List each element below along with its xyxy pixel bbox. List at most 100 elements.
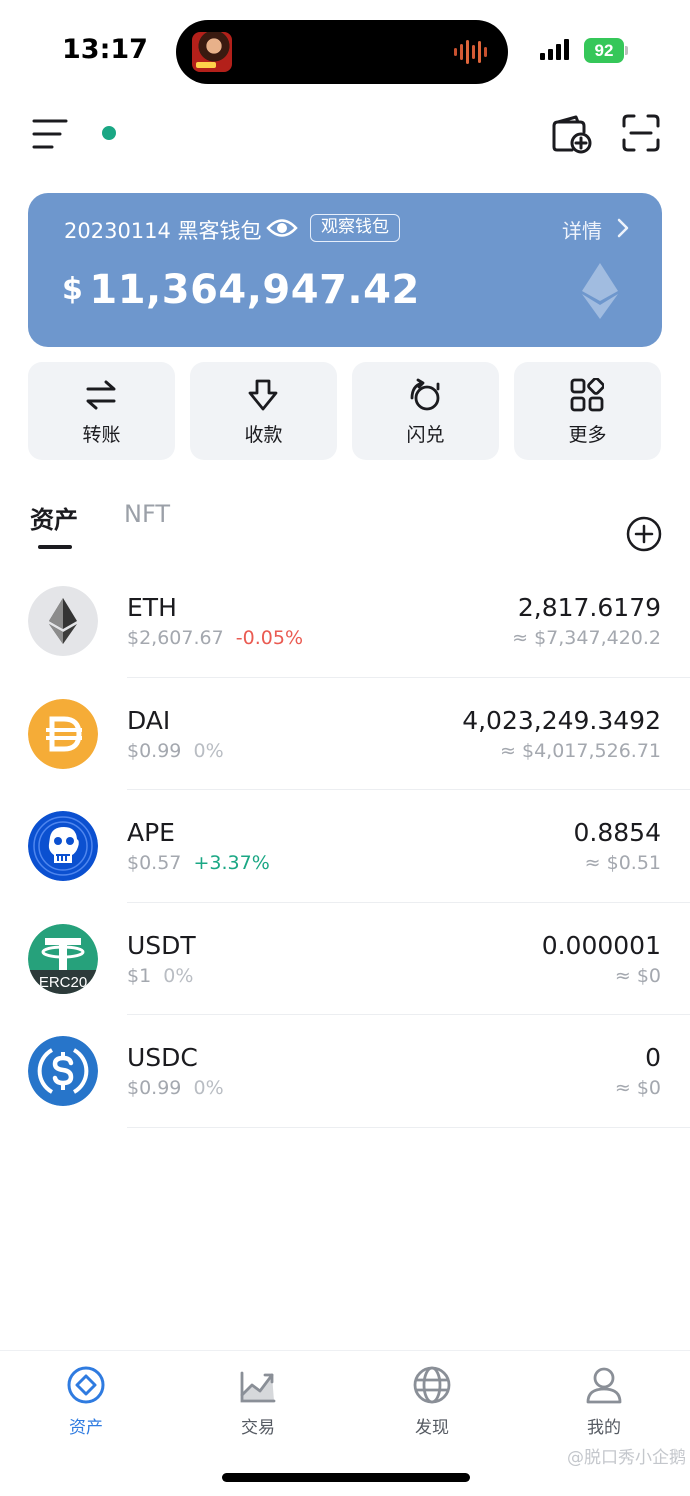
more-label: 更多 <box>568 424 607 446</box>
asset-amount: 2,817.6179 <box>517 593 661 622</box>
nav-discover-label: 发现 <box>415 1418 449 1438</box>
detail-label: 详情 <box>562 219 602 243</box>
menu-icon[interactable] <box>32 116 68 152</box>
dynamic-island[interactable] <box>176 20 508 84</box>
nav-assets[interactable]: 资产 <box>26 1365 146 1445</box>
chevron-right-icon <box>617 218 629 238</box>
asset-row-eth[interactable]: ETH $2,607.67 -0.05% 2,817.6179 ≈ $7,347… <box>0 565 690 678</box>
watch-wallet-badge: 观察钱包 <box>310 214 400 242</box>
asset-row-usdc[interactable]: USDC $0.99 0% 0 ≈ $0 <box>0 1015 690 1128</box>
bottom-navigation: 资产 交易 发现 我的 @脱口秀小企鹅 <box>0 1350 690 1496</box>
wallet-card[interactable]: 20230114 黑客钱包 观察钱包 详情 $11,364,947.42 <box>28 193 662 347</box>
asset-row-ape[interactable]: APE $0.57 +3.37% 0.8854 ≈ $0.51 <box>0 790 690 903</box>
asset-row-usdt[interactable]: ERC20 USDT $1 0% 0.000001 ≈ $0 <box>0 903 690 1015</box>
asset-value: ≈ $0 <box>614 964 661 987</box>
nav-trade[interactable]: 交易 <box>198 1365 318 1445</box>
asset-tabs: 资产 NFT <box>0 490 690 560</box>
row-divider <box>127 1126 690 1128</box>
asset-price-line: $1 0% <box>127 965 193 987</box>
profile-icon <box>586 1367 622 1404</box>
asset-price: $0.99 <box>127 1077 182 1099</box>
swap-icon <box>410 378 440 411</box>
usdt-logo-icon: ERC20 <box>28 923 98 994</box>
receive-button[interactable]: 收款 <box>190 362 337 460</box>
asset-row-dai[interactable]: DAI $0.99 0% 4,023,249.3492 ≈ $4,017,526… <box>0 678 690 790</box>
home-indicator[interactable] <box>222 1473 470 1482</box>
assets-icon <box>67 1366 105 1404</box>
transfer-button[interactable]: 转账 <box>28 362 175 460</box>
add-asset-icon[interactable] <box>626 516 662 552</box>
trade-icon <box>240 1371 276 1403</box>
balance-currency: $ <box>62 272 84 307</box>
eye-icon[interactable] <box>266 217 298 239</box>
asset-symbol: ETH <box>127 593 177 622</box>
asset-change: 0% <box>193 739 224 762</box>
nav-assets-label: 资产 <box>69 1418 103 1438</box>
asset-symbol: DAI <box>127 705 171 735</box>
asset-price: $0.99 <box>127 739 182 762</box>
eth-logo-icon <box>28 586 98 656</box>
receive-icon <box>248 379 278 411</box>
asset-change: -0.05% <box>235 627 304 649</box>
asset-value: ≈ $0 <box>614 1077 661 1099</box>
nav-profile[interactable]: 我的 <box>544 1365 664 1445</box>
asset-value: ≈ $0.51 <box>584 852 661 874</box>
transfer-label: 转账 <box>82 424 121 446</box>
tab-assets[interactable]: 资产 <box>30 500 78 535</box>
asset-symbol: APE <box>127 818 175 847</box>
active-tab-indicator <box>38 545 72 549</box>
nav-trade-label: 交易 <box>241 1418 275 1438</box>
asset-amount: 0.000001 <box>541 930 661 960</box>
scan-icon[interactable] <box>622 114 660 152</box>
asset-symbol: USDC <box>127 1043 198 1072</box>
balance-amount: 11,364,947.42 <box>89 267 420 313</box>
usdc-logo-icon <box>28 1036 98 1106</box>
asset-amount: 4,023,249.3492 <box>462 705 661 735</box>
ethereum-watermark-icon <box>582 263 618 319</box>
total-balance: $11,364,947.42 <box>62 267 420 313</box>
battery-tip <box>625 46 628 55</box>
discover-icon <box>413 1366 451 1404</box>
status-time: 13:17 <box>62 34 148 65</box>
asset-amount: 0.8854 <box>573 818 661 847</box>
nav-profile-label: 我的 <box>587 1418 621 1438</box>
erc20-badge: ERC20 <box>39 974 87 991</box>
asset-price-line: $0.99 0% <box>127 740 224 762</box>
nav-discover[interactable]: 发现 <box>372 1365 492 1445</box>
tab-nft[interactable]: NFT <box>124 500 170 528</box>
more-icon <box>570 378 604 412</box>
status-bar: 13:17 92 <box>0 0 690 100</box>
connection-status-dot <box>102 126 116 140</box>
asset-change: 0% <box>193 1077 224 1099</box>
transfer-icon <box>86 380 116 410</box>
audio-wave-icon <box>454 40 487 64</box>
asset-price-line: $2,607.67 -0.05% <box>127 627 303 649</box>
add-wallet-icon[interactable] <box>550 114 592 154</box>
asset-change: 0% <box>163 964 194 987</box>
ape-logo-icon <box>28 811 98 881</box>
quick-actions: 转账 收款 闪兑 更多 <box>28 362 662 460</box>
now-playing-artwork <box>192 32 232 72</box>
wallet-name: 20230114 黑客钱包 <box>64 219 262 243</box>
asset-amount: 0 <box>645 1043 661 1072</box>
asset-change: +3.37% <box>193 852 270 874</box>
asset-symbol: USDT <box>127 930 196 960</box>
asset-price: $2,607.67 <box>127 627 224 649</box>
dai-logo-icon <box>28 698 98 769</box>
asset-list: ETH $2,607.67 -0.05% 2,817.6179 ≈ $7,347… <box>0 565 690 1128</box>
receive-label: 收款 <box>244 424 283 446</box>
asset-price: $0.57 <box>127 852 182 874</box>
asset-price-line: $0.57 +3.37% <box>127 852 270 874</box>
asset-value: ≈ $4,017,526.71 <box>500 739 661 762</box>
battery-indicator: 92 <box>584 38 628 63</box>
weibo-watermark: @脱口秀小企鹅 <box>567 1448 686 1468</box>
cellular-signal-icon <box>540 39 569 60</box>
asset-value: ≈ $7,347,420.2 <box>512 627 661 649</box>
more-button[interactable]: 更多 <box>514 362 661 460</box>
swap-button[interactable]: 闪兑 <box>352 362 499 460</box>
asset-price: $1 <box>127 964 152 987</box>
app-header <box>0 100 690 170</box>
swap-label: 闪兑 <box>406 424 445 446</box>
battery-level: 92 <box>584 38 624 63</box>
asset-price-line: $0.99 0% <box>127 1077 224 1099</box>
